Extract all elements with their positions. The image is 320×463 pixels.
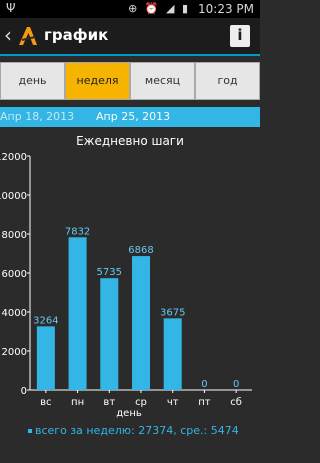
y-tick-label: 12000 — [0, 152, 27, 163]
y-tick-label: 0 — [21, 386, 27, 397]
tab-year[interactable]: год — [195, 62, 260, 100]
usb-icon: Ψ — [6, 1, 16, 15]
tab-day[interactable]: день — [0, 62, 65, 100]
app-logo[interactable] — [17, 25, 39, 47]
bar-value-label: 5735 — [97, 267, 122, 278]
y-tick-label: 4000 — [2, 308, 27, 319]
back-icon[interactable]: ‹ — [4, 23, 12, 47]
bar-пн — [68, 237, 87, 390]
x-tick-label: пн — [71, 397, 84, 408]
bar-value-label: 6868 — [128, 245, 153, 256]
week-navigator: Апр 18, 2013 Апр 25, 2013 — [0, 107, 260, 127]
weekly-summary: всего за неделю: 27374, сре.: 5474 — [28, 424, 239, 437]
summary-text: всего за неделю: 27374, сре.: 5474 — [35, 424, 239, 437]
summary-bullet-icon — [28, 429, 32, 433]
y-tick-label: 2000 — [2, 347, 27, 358]
current-week-label: Апр 25, 2013 — [96, 110, 171, 123]
x-tick-label: пт — [198, 397, 211, 408]
bar-чт — [163, 318, 182, 390]
x-axis-label: день — [116, 408, 142, 419]
prev-week-link[interactable]: Апр 18, 2013 — [0, 110, 74, 123]
bar-value-label: 0 — [201, 379, 207, 390]
status-time: 10:23 PM — [198, 2, 254, 16]
bar-value-label: 3264 — [33, 315, 58, 326]
x-tick-label: вт — [103, 397, 115, 408]
tab-week[interactable]: неделя — [65, 62, 130, 100]
bar-value-label: 3675 — [160, 307, 185, 318]
bar-вт — [100, 278, 119, 390]
chart-title: Ежедневно шаги — [76, 134, 184, 148]
header-divider — [0, 54, 260, 56]
steps-bar-chart: 0 2000 4000 6000 8000 10000 12000 3264 вс 7832 пн 5… — [0, 152, 252, 419]
app-title: график — [44, 26, 109, 44]
status-icons: ⊕ ⏰ ◢ ▮ — [128, 2, 190, 15]
y-tick-label: 8000 — [2, 230, 27, 241]
bar-value-label: 7832 — [65, 226, 90, 237]
x-tick-label: вс — [40, 397, 51, 408]
bar-вс — [36, 326, 55, 390]
info-icon[interactable]: i — [230, 25, 250, 47]
x-tick-label: ср — [135, 397, 147, 408]
action-bar: ‹ график i — [0, 18, 260, 54]
x-tick-label: сб — [230, 397, 242, 408]
y-tick-label: 10000 — [0, 191, 27, 202]
status-bar: Ψ ⊕ ⏰ ◢ ▮ 10:23 PM — [0, 0, 260, 18]
x-tick-label: чт — [167, 397, 179, 408]
period-tabs: день неделя месяц год — [0, 62, 260, 100]
y-tick-label: 6000 — [2, 269, 27, 280]
tab-month[interactable]: месяц — [130, 62, 195, 100]
bar-value-label: 0 — [233, 379, 239, 390]
bar-ср — [132, 256, 150, 390]
